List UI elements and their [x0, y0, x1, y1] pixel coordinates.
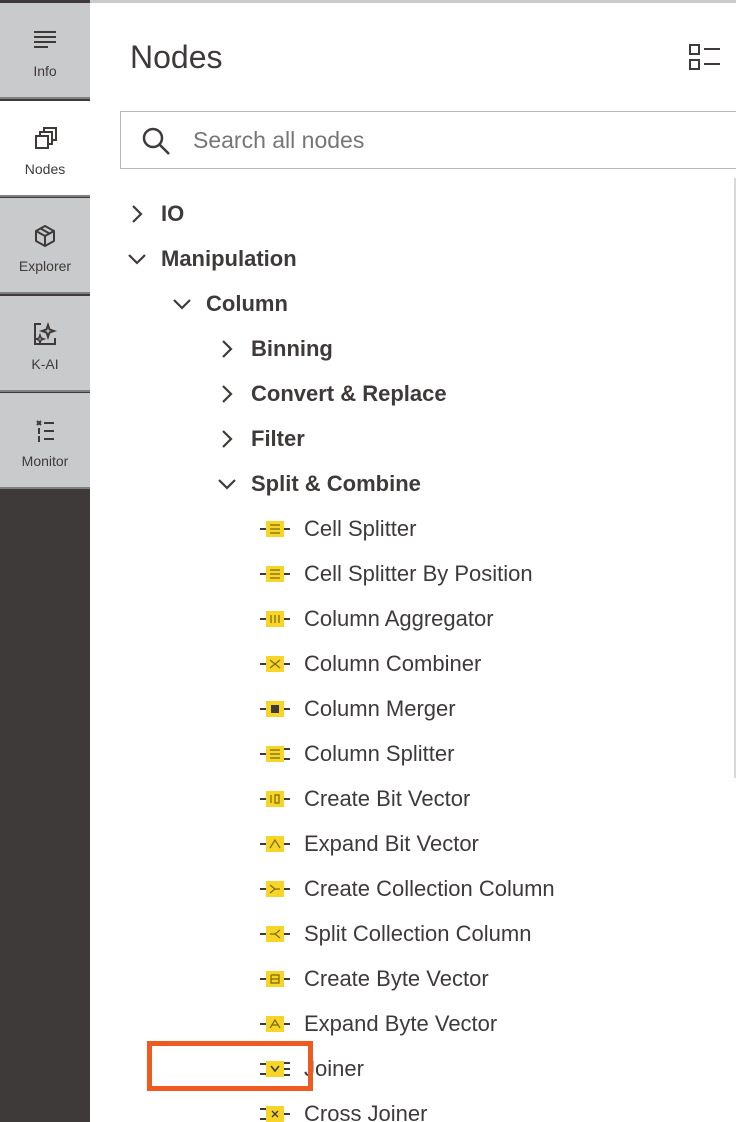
tree-node-label: Create Bit Vector: [304, 786, 471, 811]
tree-node-label: Expand Bit Vector: [304, 831, 479, 856]
tree-node-label: Column Splitter: [304, 741, 455, 766]
nodes-stack-icon: [33, 127, 57, 151]
manipulator-node-icon: [258, 607, 294, 631]
tree-node-cell-splitter-by-position[interactable]: Cell Splitter By Position: [258, 554, 533, 594]
tree-category-manipulation[interactable]: Manipulation: [125, 239, 297, 279]
search-input[interactable]: [193, 120, 713, 160]
tree-node-label: Column Merger: [304, 696, 456, 721]
tab-nodes[interactable]: Nodes: [0, 101, 90, 197]
nodes-panel: Nodes Search all nodes IO Manipulation C…: [90, 3, 736, 1122]
tree-category-split-combine[interactable]: Split & Combine: [215, 464, 421, 504]
tree-node-column-splitter[interactable]: Column Splitter: [258, 734, 454, 774]
monitor-list-icon: [33, 419, 57, 443]
joiner-highlight-box: [147, 1041, 313, 1091]
tree-node-label: Cell Splitter By Position: [304, 561, 533, 586]
chevron-down-icon: [215, 472, 239, 496]
manipulator-node-icon: [258, 517, 294, 541]
tree-category-label: Manipulation: [161, 246, 297, 271]
manipulator-node-icon: [258, 922, 294, 946]
search-icon: [141, 126, 171, 156]
chevron-right-icon: [215, 337, 239, 361]
tree-category-io[interactable]: IO: [125, 194, 184, 234]
tree-node-column-combiner[interactable]: Column Combiner: [258, 644, 481, 684]
chevron-right-icon: [125, 202, 149, 226]
tree-node-label: Cell Splitter: [304, 516, 417, 541]
manipulator-node-icon: [258, 832, 294, 856]
side-tab-rail: Info Nodes Explorer K-AI Monitor: [0, 0, 90, 1122]
tree-node-column-aggregator[interactable]: Column Aggregator: [258, 599, 494, 639]
tree-category-label: Convert & Replace: [251, 381, 447, 406]
info-lines-icon: [33, 29, 57, 53]
tree-node-expand-bit-vector[interactable]: Expand Bit Vector: [258, 824, 479, 864]
tree-category-label: Filter: [251, 426, 305, 451]
k-ai-sparkle-icon: [33, 322, 57, 346]
manipulator-node-icon: [258, 787, 294, 811]
tab-explorer[interactable]: Explorer: [0, 198, 90, 294]
tab-nodes-label: Nodes: [24, 161, 66, 177]
page-title: Nodes: [130, 39, 223, 75]
manipulator-node-icon: [258, 697, 294, 721]
manipulator-node-icon: [258, 562, 294, 586]
explorer-cube-icon: [33, 224, 57, 248]
manipulator-node-icon: [258, 967, 294, 991]
chevron-down-icon: [125, 247, 149, 271]
tree-node-label: Create Byte Vector: [304, 966, 489, 991]
tree-category-label: IO: [161, 201, 185, 226]
tree-node-split-collection-column[interactable]: Split Collection Column: [258, 914, 531, 954]
tree-node-label: Expand Byte Vector: [304, 1011, 498, 1036]
knime-nodes-app: Info Nodes Explorer K-AI Monitor Nodes S…: [0, 0, 736, 1122]
tree-node-cross-joiner[interactable]: Cross Joiner: [258, 1094, 427, 1122]
manipulator-node-icon: [258, 652, 294, 676]
tree-node-label: Cross Joiner: [304, 1101, 428, 1122]
manipulator-node-icon: [258, 1012, 294, 1036]
tree-category-binning[interactable]: Binning: [215, 329, 333, 369]
list-view-icon[interactable]: [688, 43, 722, 73]
tree-category-label: Binning: [251, 336, 333, 361]
tree-node-create-collection-column[interactable]: Create Collection Column: [258, 869, 555, 909]
tree-node-label: Split Collection Column: [304, 921, 532, 946]
tree-node-cell-splitter[interactable]: Cell Splitter: [258, 509, 416, 549]
tree-node-label: Column Aggregator: [304, 606, 494, 631]
tree-category-label: Column: [206, 291, 288, 316]
tree-category-column[interactable]: Column: [170, 284, 288, 324]
chevron-right-icon: [215, 427, 239, 451]
tree-node-create-bit-vector[interactable]: Create Bit Vector: [258, 779, 470, 819]
tab-monitor-label: Monitor: [21, 453, 69, 469]
manipulator-node-icon: [258, 742, 294, 766]
tree-node-column-merger[interactable]: Column Merger: [258, 689, 456, 729]
search-box[interactable]: [120, 111, 736, 169]
manipulator-node-icon: [258, 877, 294, 901]
chevron-down-icon: [170, 292, 194, 316]
tree-category-filter[interactable]: Filter: [215, 419, 305, 459]
tab-k-ai[interactable]: K-AI: [0, 296, 90, 392]
tree-node-label: Column Combiner: [304, 651, 482, 676]
chevron-right-icon: [215, 382, 239, 406]
tree-category-label: Split & Combine: [251, 471, 421, 496]
joiner-node-icon: [258, 1102, 294, 1122]
tree-node-create-byte-vector[interactable]: Create Byte Vector: [258, 959, 489, 999]
tab-monitor[interactable]: Monitor: [0, 393, 90, 489]
tab-k-ai-label: K-AI: [31, 356, 59, 372]
tab-explorer-label: Explorer: [18, 258, 72, 274]
tree-node-label: Create Collection Column: [304, 876, 555, 901]
tree-category-convert-replace[interactable]: Convert & Replace: [215, 374, 447, 414]
tab-info[interactable]: Info: [0, 3, 90, 99]
tab-info-label: Info: [33, 63, 57, 79]
tree-node-expand-byte-vector[interactable]: Expand Byte Vector: [258, 1004, 497, 1044]
